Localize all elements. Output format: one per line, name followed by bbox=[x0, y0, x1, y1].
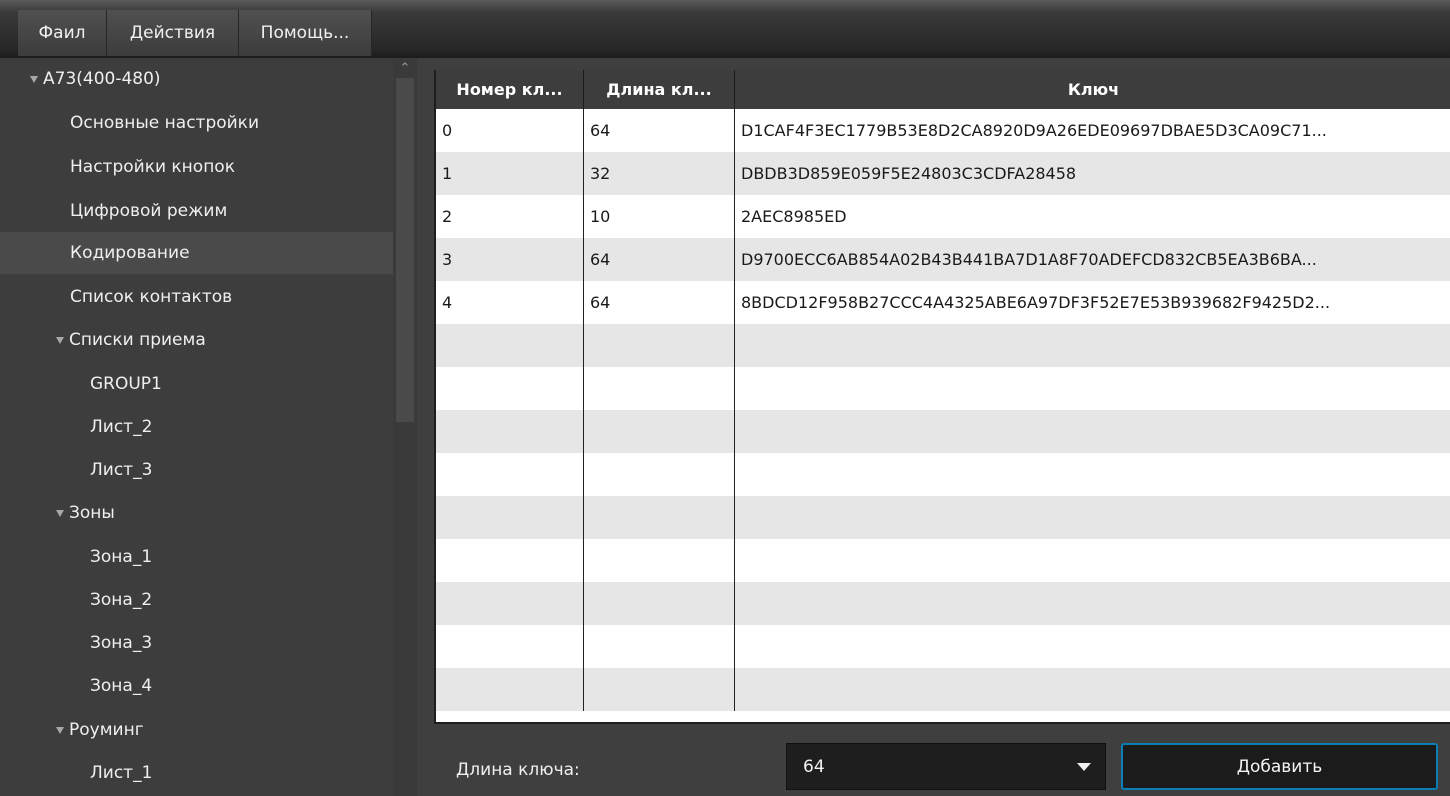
empty-cell bbox=[735, 367, 1450, 410]
expand-triangle-icon[interactable] bbox=[56, 726, 64, 734]
dropdown-arrow-icon[interactable] bbox=[1077, 763, 1091, 771]
cell-key: 2AEC8985ED bbox=[741, 207, 847, 226]
tree-item-label: Списки приема bbox=[69, 330, 206, 350]
empty-row bbox=[436, 453, 1450, 496]
scroll-up-arrow-icon[interactable]: ⌃ bbox=[393, 58, 417, 78]
cell-key: 8BDCD12F958B27CCC4A4325ABE6A97DF3F52E7E5… bbox=[741, 293, 1331, 312]
empty-cell bbox=[735, 582, 1450, 625]
tree-item-label: Зона_4 bbox=[90, 676, 153, 696]
cell-key-length: 64 bbox=[584, 109, 735, 152]
empty-cell bbox=[436, 324, 584, 367]
tree-item-zones[interactable]: Зоны bbox=[0, 492, 449, 534]
cell-key-number: 4 bbox=[436, 281, 584, 324]
empty-cell bbox=[436, 410, 584, 453]
empty-row bbox=[436, 582, 1450, 625]
empty-cell bbox=[436, 453, 584, 496]
table-row[interactable]: 0 64 D1CAF4F3EC1779B53E8D2CA8920D9A26EDE… bbox=[436, 109, 1450, 152]
tree-item-label: GROUP1 bbox=[90, 374, 162, 394]
cell-key-number: 2 bbox=[436, 195, 584, 238]
key-length-label: Длина ключа: bbox=[456, 760, 580, 780]
table-header: Номер кл... Длина кл... Ключ bbox=[436, 70, 1450, 109]
cell-key-length: 10 bbox=[584, 195, 735, 238]
cell-key: DBDB3D859E059F5E24803C3CDFA28458 bbox=[741, 164, 1077, 183]
empty-cell bbox=[735, 496, 1450, 539]
empty-cell bbox=[735, 625, 1450, 668]
menu-bar: Фаил Действия Помощь... bbox=[0, 0, 1450, 58]
empty-cell bbox=[584, 324, 735, 367]
tree-item-label: Список контактов bbox=[70, 287, 233, 307]
empty-row bbox=[436, 668, 1450, 711]
cell-key-length: 32 bbox=[584, 152, 735, 195]
empty-cell bbox=[584, 453, 735, 496]
table-row[interactable]: 2 10 2AEC8985ED bbox=[436, 195, 1450, 238]
add-key-button[interactable]: Добавить bbox=[1121, 743, 1438, 790]
tree-item-label: Цифровой режим bbox=[70, 201, 228, 221]
cell-key-number: 0 bbox=[436, 109, 584, 152]
empty-cell bbox=[584, 496, 735, 539]
empty-row bbox=[436, 625, 1450, 668]
menu-help[interactable]: Помощь... bbox=[239, 10, 372, 56]
tree-item-label: Лист_2 bbox=[90, 417, 153, 437]
table-row[interactable]: 1 32 DBDB3D859E059F5E24803C3CDFA28458 bbox=[436, 152, 1450, 195]
cell-key: D9700ECC6AB854A02B43B441BA7D1A8F70ADEFCD… bbox=[741, 250, 1317, 269]
cell-key-number: 1 bbox=[436, 152, 584, 195]
empty-cell bbox=[735, 453, 1450, 496]
empty-cell bbox=[735, 410, 1450, 453]
cell-key-length: 64 bbox=[584, 238, 735, 281]
expand-triangle-icon[interactable] bbox=[56, 336, 64, 344]
empty-cell bbox=[584, 668, 735, 711]
empty-cell bbox=[584, 367, 735, 410]
tree-item-label: Лист_1 bbox=[90, 763, 153, 783]
column-header-key-number[interactable]: Номер кл... bbox=[436, 70, 584, 109]
empty-cell bbox=[436, 582, 584, 625]
tree-item-label: Лист_3 bbox=[90, 460, 153, 480]
cell-key: D1CAF4F3EC1779B53E8D2CA8920D9A26EDE09697… bbox=[741, 121, 1327, 140]
empty-cell bbox=[436, 539, 584, 582]
scrollbar-thumb[interactable] bbox=[396, 78, 414, 422]
tree-item-label: A73(400-480) bbox=[43, 69, 161, 89]
expand-triangle-icon[interactable] bbox=[30, 75, 38, 83]
empty-cell bbox=[735, 539, 1450, 582]
table-row[interactable]: 3 64 D9700ECC6AB854A02B43B441BA7D1A8F70A… bbox=[436, 238, 1450, 281]
tree-item-roaming[interactable]: Роуминг bbox=[0, 709, 449, 751]
key-length-value: 64 bbox=[803, 756, 825, 777]
tree-item-label: Настройки кнопок bbox=[70, 157, 235, 177]
menu-actions[interactable]: Действия bbox=[107, 10, 239, 56]
key-length-select[interactable]: 64 bbox=[786, 743, 1106, 790]
empty-row bbox=[436, 324, 1450, 367]
empty-row bbox=[436, 496, 1450, 539]
tree-item-label: Основные настройки bbox=[70, 113, 260, 133]
menu-file[interactable]: Фаил bbox=[18, 10, 107, 56]
tree-scrollbar[interactable]: ⌃ bbox=[393, 58, 417, 796]
cell-key-number: 3 bbox=[436, 238, 584, 281]
empty-cell bbox=[436, 625, 584, 668]
tree-item-label: Роуминг bbox=[69, 720, 144, 740]
empty-cell bbox=[436, 668, 584, 711]
tree-item-label: Зона_2 bbox=[90, 590, 153, 610]
empty-cell bbox=[584, 582, 735, 625]
empty-row bbox=[436, 410, 1450, 453]
empty-row bbox=[436, 539, 1450, 582]
tree-item-label: Зона_3 bbox=[90, 633, 153, 653]
tree-item-label: Зона_1 bbox=[90, 547, 153, 567]
keys-table: Номер кл... Длина кл... Ключ 0 64 D1CAF4… bbox=[434, 70, 1450, 724]
empty-cell bbox=[735, 668, 1450, 711]
expand-triangle-icon[interactable] bbox=[56, 509, 64, 517]
cell-key-length: 64 bbox=[584, 281, 735, 324]
tree-item-label: Зоны bbox=[69, 503, 115, 523]
empty-cell bbox=[735, 324, 1450, 367]
column-header-key-length[interactable]: Длина кл... bbox=[584, 70, 735, 109]
empty-cell bbox=[584, 410, 735, 453]
empty-cell bbox=[436, 496, 584, 539]
tree-item-device[interactable]: A73(400-480) bbox=[0, 58, 423, 100]
empty-cell bbox=[584, 625, 735, 668]
settings-tree: A73(400-480) Основные настройки Настройк… bbox=[0, 58, 463, 796]
empty-cell bbox=[584, 539, 735, 582]
column-header-key[interactable]: Ключ bbox=[735, 70, 1450, 109]
empty-cell bbox=[436, 367, 584, 410]
tree-item-label: Кодирование bbox=[70, 243, 190, 263]
table-row[interactable]: 4 64 8BDCD12F958B27CCC4A4325ABE6A97DF3F5… bbox=[436, 281, 1450, 324]
empty-row bbox=[436, 367, 1450, 410]
tree-item-rx-lists[interactable]: Списки приема bbox=[0, 319, 449, 361]
